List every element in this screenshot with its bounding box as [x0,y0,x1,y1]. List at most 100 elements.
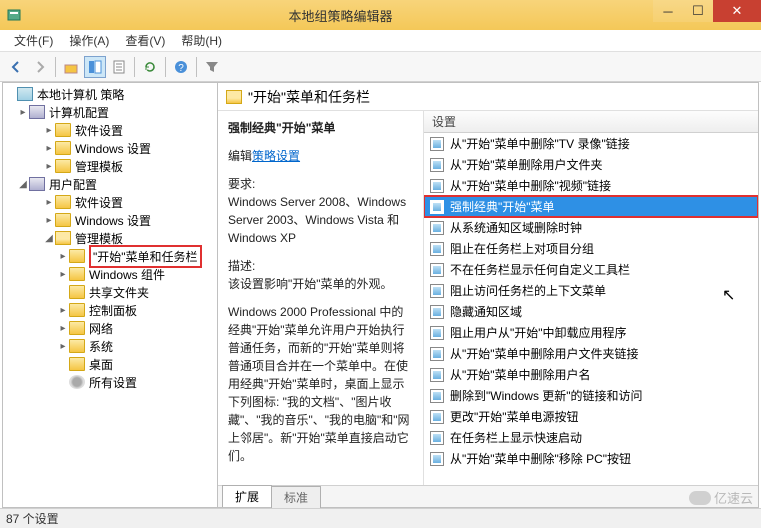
details-heading: "开始"菜单和任务栏 [248,87,370,107]
list-row[interactable]: 不在任务栏显示任何自定义工具栏 [424,259,758,280]
list-item-label: 阻止在任务栏上对项目分组 [450,240,594,257]
list-item-label: 更改"开始"菜单电源按钮 [450,408,579,425]
status-bar: 87 个设置 [0,508,761,528]
list-row[interactable]: 隐藏通知区域 [424,301,758,322]
tree-item[interactable]: ▸ 管理模板 [3,157,217,175]
window-title: 本地组策略编辑器 [28,6,653,25]
list-item-label: 从"开始"菜单中删除用户文件夹链接 [450,345,639,362]
folder-icon [69,303,85,317]
caret-icon[interactable]: ▸ [57,323,69,334]
caret-icon[interactable]: ▸ [43,197,55,208]
menu-action[interactable]: 操作(A) [61,30,117,51]
tree-item[interactable]: ▸ Windows 设置 [3,211,217,229]
tree-item[interactable]: ▸ Windows 设置 [3,139,217,157]
caret-icon[interactable]: ▸ [43,161,55,172]
list-item-label: 不在任务栏显示任何自定义工具栏 [450,261,630,278]
tree-label: 共享文件夹 [89,284,149,301]
policy-icon [430,452,444,466]
list-row[interactable]: 从"开始"菜单中删除"移除 PC"按钮 [424,448,758,469]
user-icon [29,177,45,191]
tree-label: 软件设置 [75,194,123,211]
caret-icon[interactable]: ▸ [43,125,55,136]
list-row[interactable]: 从系统通知区域删除时钟 [424,217,758,238]
tree-user-config[interactable]: ◢ 用户配置 [3,175,217,193]
caret-icon[interactable]: ▸ [43,143,55,154]
policy-icon [430,347,444,361]
policy-icon [430,410,444,424]
tab-standard[interactable]: 标准 [271,486,321,508]
back-button[interactable] [5,56,27,78]
tree-all-settings[interactable]: 所有设置 [3,373,217,391]
list-row[interactable]: 从"开始"菜单中删除"TV 录像"链接 [424,133,758,154]
edit-policy-link[interactable]: 策略设置 [252,149,300,163]
caret-icon[interactable]: ▸ [57,251,69,262]
tree-item[interactable]: ▸ Windows 组件 [3,265,217,283]
tree-label: 用户配置 [49,176,97,193]
details-header: "开始"菜单和任务栏 [218,83,758,111]
tree-label: 控制面板 [89,302,137,319]
settings-list: 设置 从"开始"菜单中删除"TV 录像"链接从"开始"菜单删除用户文件夹从"开始… [423,111,758,485]
menu-view[interactable]: 查看(V) [117,30,173,51]
list-row[interactable]: 从"开始"菜单中删除用户文件夹链接 [424,343,758,364]
caret-icon[interactable]: ◢ [43,233,55,244]
description-body: Windows 2000 Professional 中的经典"开始"菜单允许用户… [228,303,413,465]
menu-file[interactable]: 文件(F) [6,30,61,51]
tab-extended[interactable]: 扩展 [222,485,272,507]
show-hide-tree-button[interactable] [84,56,106,78]
list-scroll-area[interactable]: 从"开始"菜单中删除"TV 录像"链接从"开始"菜单删除用户文件夹从"开始"菜单… [424,133,758,485]
main-content: 本地计算机 策略 ▸ 计算机配置 ▸ 软件设置 ▸ Windows 设置 ▸ 管… [2,82,759,508]
tree-root[interactable]: 本地计算机 策略 [3,85,217,103]
forward-button[interactable] [29,56,51,78]
close-button[interactable]: ✕ [713,0,761,22]
export-button[interactable] [108,56,130,78]
caret-icon[interactable]: ▸ [17,107,29,118]
computer-icon [29,105,45,119]
list-row[interactable]: 阻止在任务栏上对项目分组 [424,238,758,259]
list-row[interactable]: 在任务栏上显示快速启动 [424,427,758,448]
caret-icon[interactable]: ▸ [57,269,69,280]
list-row[interactable]: 更改"开始"菜单电源按钮 [424,406,758,427]
help-button[interactable]: ? [170,56,192,78]
tree-item[interactable]: 桌面 [3,355,217,373]
list-row[interactable]: 阻止访问任务栏的上下文菜单 [424,280,758,301]
list-row[interactable]: 阻止用户从"开始"中卸载应用程序 [424,322,758,343]
tree-item[interactable]: ▸ 网络 [3,319,217,337]
list-row[interactable]: 从"开始"菜单中删除用户名 [424,364,758,385]
tree-panel[interactable]: 本地计算机 策略 ▸ 计算机配置 ▸ 软件设置 ▸ Windows 设置 ▸ 管… [3,83,218,507]
gear-icon [69,375,85,389]
caret-icon[interactable]: ▸ [43,215,55,226]
caret-icon[interactable]: ▸ [57,341,69,352]
maximize-button[interactable]: ☐ [683,0,713,22]
root-icon [17,87,33,101]
caret-icon[interactable]: ▸ [57,305,69,316]
filter-button[interactable] [201,56,223,78]
menu-help[interactable]: 帮助(H) [173,30,230,51]
tree-item[interactable]: ▸ 控制面板 [3,301,217,319]
tree-start-taskbar[interactable]: ▸ "开始"菜单和任务栏 [3,247,217,265]
list-row[interactable]: 从"开始"菜单删除用户文件夹 [424,154,758,175]
details-body: 强制经典"开始"菜单 编辑策略设置 要求: Windows Server 200… [218,111,758,485]
list-row[interactable]: 删除到"Windows 更新"的链接和访问 [424,385,758,406]
list-item-label: 从"开始"菜单中删除"TV 录像"链接 [450,135,630,152]
list-row[interactable]: 从"开始"菜单中删除"视频"链接 [424,175,758,196]
list-item-label: 删除到"Windows 更新"的链接和访问 [450,387,643,404]
tree-label: 桌面 [89,356,113,373]
caret-icon[interactable]: ◢ [17,179,29,190]
minimize-button[interactable]: ─ [653,0,683,22]
menu-bar: 文件(F) 操作(A) 查看(V) 帮助(H) [0,30,761,52]
tree-label: 系统 [89,338,113,355]
tree-label: Windows 设置 [75,140,151,157]
tree-computer-config[interactable]: ▸ 计算机配置 [3,103,217,121]
tree-item[interactable]: ▸ 软件设置 [3,121,217,139]
refresh-button[interactable] [139,56,161,78]
tree-item[interactable]: 共享文件夹 [3,283,217,301]
column-header-setting[interactable]: 设置 [424,111,758,133]
list-row[interactable]: 强制经典"开始"菜单 [424,196,758,217]
tree-label: Windows 设置 [75,212,151,229]
tree-item[interactable]: ▸ 系统 [3,337,217,355]
toolbar-separator [165,57,166,77]
tree-item[interactable]: ▸ 软件设置 [3,193,217,211]
toolbar: ? [0,52,761,82]
folder-icon [69,267,85,281]
up-button[interactable] [60,56,82,78]
